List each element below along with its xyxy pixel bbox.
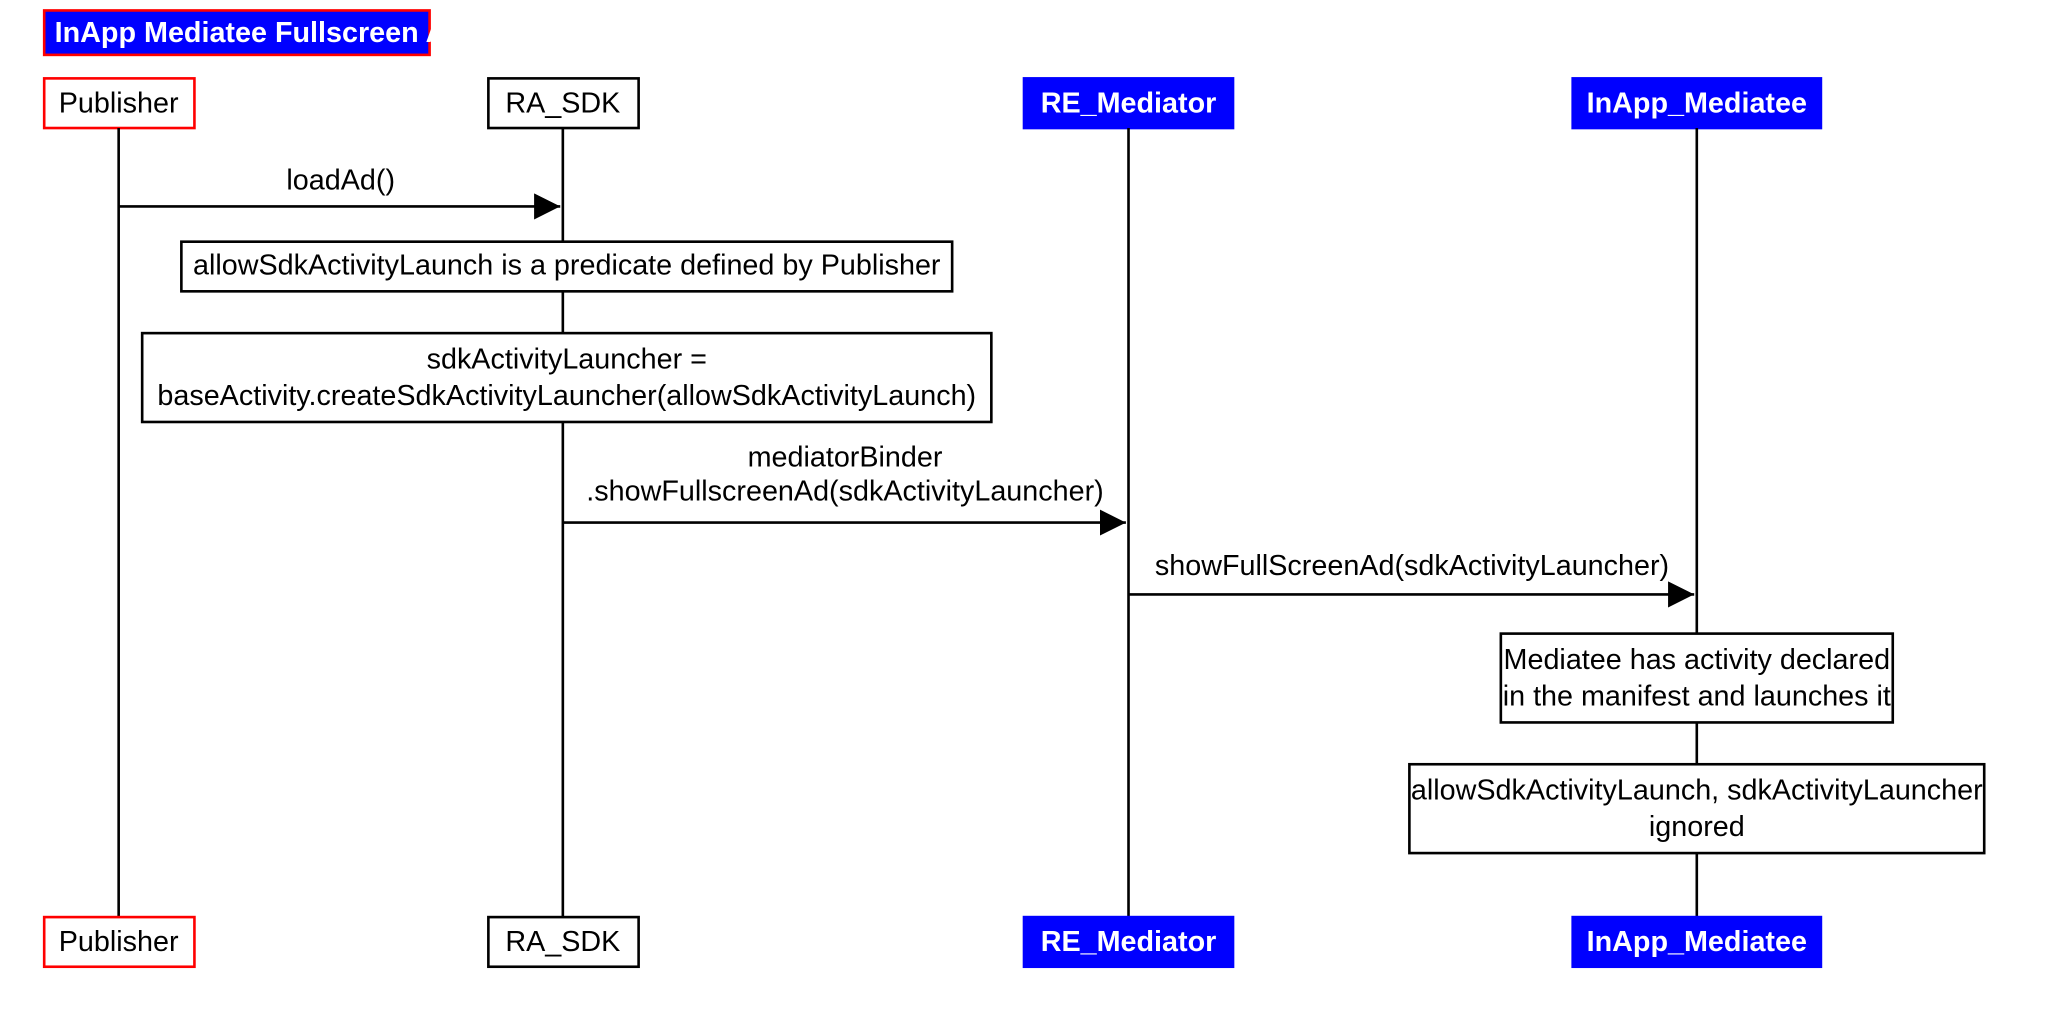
actor-re-mediator-label: RE_Mediator: [1041, 87, 1217, 119]
sequence-diagram: InApp Mediatee Fullscreen Ad Publisher R…: [0, 0, 2048, 1019]
diagram-title: InApp Mediatee Fullscreen Ad: [55, 17, 464, 49]
actor-publisher-bottom-label: Publisher: [59, 926, 179, 958]
note-mediatee-activity-l2: in the manifest and launches it: [1503, 680, 1891, 712]
msg-mediator-binder-l1: mediatorBinder: [748, 441, 943, 473]
note-ignored-l1: allowSdkActivityLaunch, sdkActivityLaunc…: [1411, 775, 1983, 807]
note-sdk-launcher-line2: baseActivity.createSdkActivityLauncher(a…: [157, 380, 976, 412]
msg-show-fullscreen: showFullScreenAd(sdkActivityLauncher): [1155, 550, 1669, 582]
note-allow-predicate-text: allowSdkActivityLaunch is a predicate de…: [193, 249, 941, 281]
msg-loadad: loadAd(): [286, 164, 395, 196]
note-mediatee-activity-l1: Mediatee has activity declared: [1504, 644, 1891, 676]
actor-re-mediator-bottom-label: RE_Mediator: [1041, 926, 1217, 958]
actor-publisher-label: Publisher: [59, 87, 179, 119]
actor-ra-sdk-bottom-label: RA_SDK: [505, 926, 620, 958]
note-sdk-launcher-line1: sdkActivityLauncher =: [427, 343, 707, 375]
note-ignored-l2: ignored: [1649, 811, 1745, 843]
actor-ra-sdk-label: RA_SDK: [505, 87, 620, 119]
msg-mediator-binder-l2: .showFullscreenAd(sdkActivityLauncher): [586, 475, 1103, 507]
actor-inapp-mediatee-bottom-label: InApp_Mediatee: [1587, 926, 1807, 958]
actor-inapp-mediatee-label: InApp_Mediatee: [1587, 87, 1807, 119]
